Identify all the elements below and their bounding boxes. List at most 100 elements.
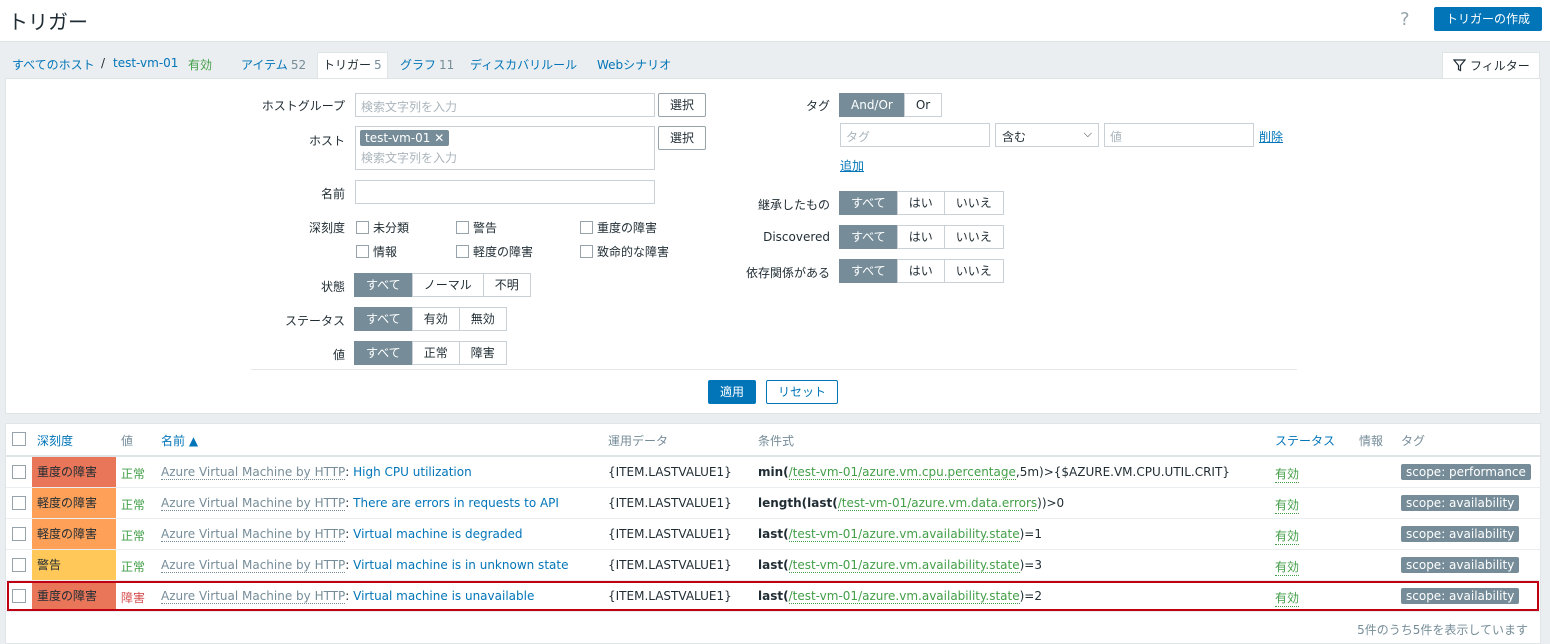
host-group-input[interactable]: 検索文字列を入力 xyxy=(355,93,655,117)
status-toggle[interactable]: 有効 xyxy=(1275,465,1300,483)
expression-item-link[interactable]: /test-vm-01/azure.vm.availability.state xyxy=(788,558,1020,573)
checkbox-box[interactable] xyxy=(356,221,369,234)
state-normal[interactable]: ノーマル xyxy=(411,273,484,297)
tab-web-scenarios[interactable]: Webシナリオ xyxy=(597,56,671,73)
tag-value-input[interactable]: 値 xyxy=(1104,123,1254,147)
row-checkbox[interactable] xyxy=(12,465,26,479)
severity-disaster-checkbox[interactable]: 致命的な障害 xyxy=(580,243,669,260)
name-cell: Azure Virtual Machine by HTTP: Virtual m… xyxy=(161,589,534,604)
discovered-yes[interactable]: はい xyxy=(896,225,945,249)
tab-graphs-count: 11 xyxy=(439,58,455,72)
status-toggle[interactable]: 有効 xyxy=(1275,589,1300,607)
state-unknown[interactable]: 不明 xyxy=(482,273,531,297)
breadcrumb-all-hosts[interactable]: すべてのホスト xyxy=(12,56,95,73)
template-link[interactable]: Azure Virtual Machine by HTTP xyxy=(161,527,346,542)
expression-item-link[interactable]: /test-vm-01/azure.vm.data.errors xyxy=(837,496,1038,511)
expression-function: last( xyxy=(758,527,789,541)
tags-or[interactable]: Or xyxy=(903,93,943,117)
state-label: 状態 xyxy=(320,280,345,294)
row-checkbox[interactable] xyxy=(12,589,26,603)
inherited-yes[interactable]: はい xyxy=(896,191,945,215)
severity-information-checkbox[interactable]: 情報 xyxy=(356,243,397,260)
remove-chip-icon[interactable]: ✕ xyxy=(434,131,444,145)
severity-not-classified-checkbox[interactable]: 未分類 xyxy=(356,219,409,236)
trigger-name-link[interactable]: High CPU utilization xyxy=(353,465,472,479)
apply-button[interactable]: 適用 xyxy=(708,380,756,404)
checkbox-label: 軽度の障害 xyxy=(473,245,534,259)
tab-items[interactable]: アイテム 52 xyxy=(241,56,306,73)
column-status[interactable]: ステータス xyxy=(1275,432,1335,449)
status-enabled[interactable]: 有効 xyxy=(411,307,460,331)
tag-add-link[interactable]: 追加 xyxy=(840,157,864,174)
status-toggle[interactable]: 有効 xyxy=(1275,558,1300,576)
dependencies-yes[interactable]: はい xyxy=(896,259,945,283)
tag-remove-link[interactable]: 削除 xyxy=(1259,128,1283,145)
filter-tab[interactable]: フィルター xyxy=(1442,52,1540,78)
tab-triggers[interactable]: トリガー 5 xyxy=(317,52,388,78)
dependencies-label: 依存関係がある xyxy=(745,266,830,280)
template-link[interactable]: Azure Virtual Machine by HTTP xyxy=(161,589,346,604)
tag-badge: scope: availability xyxy=(1401,526,1520,542)
status-disabled[interactable]: 無効 xyxy=(458,307,507,331)
tab-graphs[interactable]: グラフ 11 xyxy=(400,56,454,73)
checkbox-box[interactable] xyxy=(456,221,469,234)
breadcrumb-host[interactable]: test-vm-01 xyxy=(113,56,178,70)
inherited-no[interactable]: いいえ xyxy=(943,191,1004,215)
tab-discovery-rules[interactable]: ディスカバリルール xyxy=(470,56,577,73)
template-link[interactable]: Azure Virtual Machine by HTTP xyxy=(161,465,346,480)
discovered-all[interactable]: すべて xyxy=(839,225,898,249)
tab-triggers-label: トリガー xyxy=(323,58,372,72)
dependencies-all[interactable]: すべて xyxy=(839,259,898,283)
status-toggle[interactable]: 有効 xyxy=(1275,527,1300,545)
column-name[interactable]: 名前 ▲ xyxy=(161,432,198,449)
state-all[interactable]: すべて xyxy=(354,273,413,297)
host-group-label: ホストグループ xyxy=(261,99,345,113)
expression-item-link[interactable]: /test-vm-01/azure.vm.availability.state xyxy=(788,527,1020,542)
row-checkbox[interactable] xyxy=(12,527,26,541)
help-icon[interactable]: ? xyxy=(1400,9,1410,30)
checkbox-box[interactable] xyxy=(456,245,469,258)
checkbox-box[interactable] xyxy=(580,221,593,234)
value-problem[interactable]: 障害 xyxy=(458,341,507,365)
value-ok[interactable]: 正常 xyxy=(411,341,460,365)
trigger-name-link[interactable]: There are errors in requests to API xyxy=(353,496,559,510)
severity-high-checkbox[interactable]: 重度の障害 xyxy=(580,219,657,236)
tag-name-input[interactable]: タグ xyxy=(840,123,990,147)
table-row: 警告 正常 Azure Virtual Machine by HTTP: Vir… xyxy=(6,550,1542,581)
severity-cell: 軽度の障害 xyxy=(32,519,116,549)
value-all[interactable]: すべて xyxy=(354,341,413,365)
row-checkbox[interactable] xyxy=(12,558,26,572)
severity-warning-checkbox[interactable]: 警告 xyxy=(456,219,497,236)
reset-button[interactable]: リセット xyxy=(766,380,838,404)
name-input[interactable] xyxy=(355,180,655,204)
dependencies-no[interactable]: いいえ xyxy=(943,259,1004,283)
row-checkbox[interactable] xyxy=(12,496,26,510)
status-all[interactable]: すべて xyxy=(354,307,413,331)
inherited-all[interactable]: すべて xyxy=(839,191,898,215)
host-group-select-button[interactable]: 選択 xyxy=(658,93,706,117)
create-trigger-button[interactable]: トリガーの作成 xyxy=(1434,7,1542,31)
expression-rest: )=2 xyxy=(1019,589,1042,603)
tag-operator-select[interactable]: 含む ⌵ xyxy=(995,123,1099,147)
trigger-name-link[interactable]: Virtual machine is in unknown state xyxy=(353,558,568,572)
status-toggle[interactable]: 有効 xyxy=(1275,496,1300,514)
select-all-checkbox[interactable] xyxy=(12,432,26,446)
host-multiselect[interactable]: test-vm-01 ✕ 検索文字列を入力 xyxy=(355,126,655,170)
tags-and-or[interactable]: And/Or xyxy=(839,93,905,117)
checkbox-box[interactable] xyxy=(356,245,369,258)
tab-items-count: 52 xyxy=(290,58,307,72)
trigger-name-link[interactable]: Virtual machine is degraded xyxy=(353,527,522,541)
expression-item-link[interactable]: /test-vm-01/azure.vm.cpu.percentage xyxy=(788,465,1016,480)
expression-item-link[interactable]: /test-vm-01/azure.vm.availability.state xyxy=(788,589,1020,604)
trigger-name-link[interactable]: Virtual machine is unavailable xyxy=(353,589,534,603)
column-severity[interactable]: 深刻度 xyxy=(37,432,73,449)
host-chip[interactable]: test-vm-01 ✕ xyxy=(360,130,450,146)
breadcrumb-separator: / xyxy=(101,56,106,70)
name-colon: : xyxy=(345,589,354,603)
checkbox-box[interactable] xyxy=(580,245,593,258)
template-link[interactable]: Azure Virtual Machine by HTTP xyxy=(161,558,346,573)
severity-average-checkbox[interactable]: 軽度の障害 xyxy=(456,243,533,260)
template-link[interactable]: Azure Virtual Machine by HTTP xyxy=(161,496,346,511)
host-select-button[interactable]: 選択 xyxy=(658,126,706,150)
discovered-no[interactable]: いいえ xyxy=(943,225,1004,249)
